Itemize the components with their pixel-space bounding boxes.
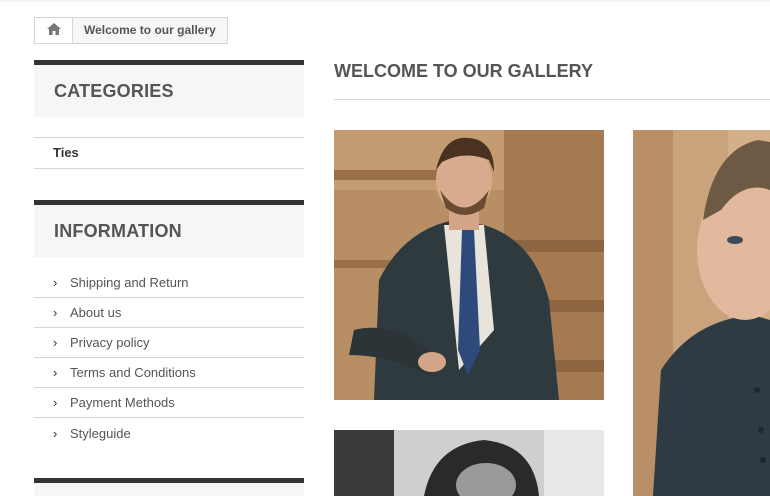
sidebar-block-partial	[34, 478, 304, 496]
information-title: INFORMATION	[34, 200, 304, 257]
title-divider	[334, 99, 770, 100]
info-item-label: Terms and Conditions	[70, 365, 196, 380]
chevron-right-icon: ›	[53, 305, 58, 320]
chevron-right-icon: ›	[53, 425, 58, 441]
information-block: INFORMATION › Shipping and Return › Abou…	[34, 200, 304, 448]
info-item-shipping[interactable]: › Shipping and Return	[34, 268, 304, 298]
categories-block: CATEGORIES Ties	[34, 60, 304, 169]
info-item-label: Styleguide	[70, 425, 131, 441]
chevron-right-icon: ›	[53, 395, 58, 410]
gallery-image-3[interactable]	[334, 430, 604, 496]
information-list: › Shipping and Return › About us › Priva…	[34, 268, 304, 448]
breadcrumb: Welcome to our gallery	[34, 17, 228, 44]
chevron-right-icon: ›	[53, 275, 58, 290]
category-item-ties[interactable]: Ties	[34, 138, 304, 169]
page-title: WELCOME TO OUR GALLERY	[334, 61, 593, 81]
categories-list: Ties	[34, 137, 304, 169]
breadcrumb-current: Welcome to our gallery	[84, 23, 216, 37]
gallery-image-1[interactable]	[334, 130, 604, 400]
info-item-privacy[interactable]: › Privacy policy	[34, 328, 304, 358]
info-item-about[interactable]: › About us	[34, 298, 304, 328]
gallery-image-2[interactable]	[633, 130, 770, 496]
info-item-label: Shipping and Return	[70, 275, 189, 290]
info-item-label: About us	[70, 305, 122, 320]
info-item-styleguide[interactable]: › Styleguide	[34, 418, 304, 448]
info-item-terms[interactable]: › Terms and Conditions	[34, 358, 304, 388]
chevron-right-icon: ›	[53, 335, 58, 350]
top-divider	[0, 0, 770, 2]
chevron-right-icon: ›	[53, 365, 58, 380]
categories-title: CATEGORIES	[34, 60, 304, 117]
info-item-payment[interactable]: › Payment Methods	[34, 388, 304, 418]
breadcrumb-home-link[interactable]	[35, 18, 73, 43]
home-icon	[46, 22, 61, 40]
info-item-label: Payment Methods	[70, 395, 175, 410]
info-item-label: Privacy policy	[70, 335, 150, 350]
